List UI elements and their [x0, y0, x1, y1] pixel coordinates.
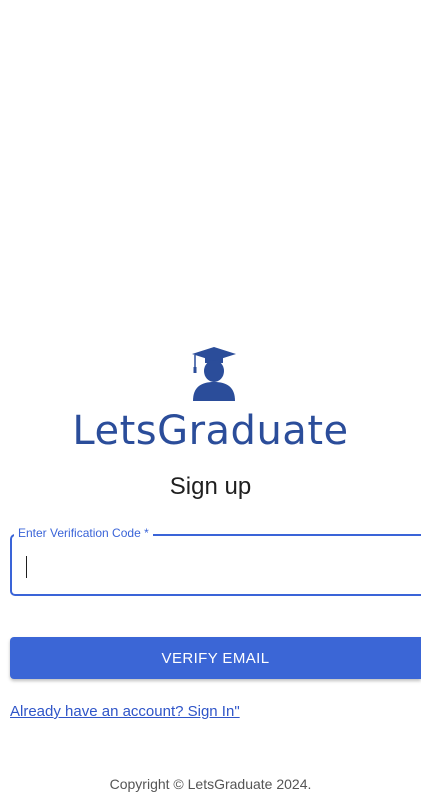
verification-code-label: Enter Verification Code * [14, 526, 153, 540]
signup-page: LetsGraduate Sign up Enter Verification … [0, 0, 421, 794]
graduate-icon [192, 347, 236, 401]
verify-email-button[interactable]: VERIFY EMAIL [10, 637, 421, 679]
page-title: Sign up [169, 473, 252, 500]
text-caret [26, 556, 27, 578]
brand-name: LetsGraduate [72, 408, 349, 454]
verification-code-input[interactable] [14, 552, 421, 582]
copyright-text: Copyright © LetsGraduate 2024. [109, 776, 312, 792]
sign-in-link[interactable]: Already have an account? Sign In" [10, 703, 240, 721]
